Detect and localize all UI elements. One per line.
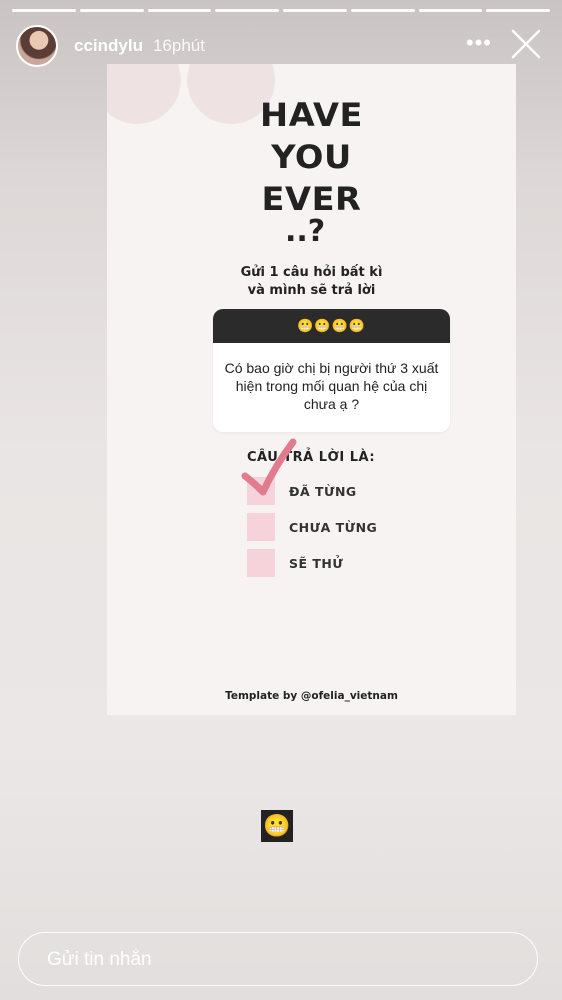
- title-line: YOU: [271, 138, 352, 176]
- option-checkbox: [247, 513, 275, 541]
- progress-segment: [418, 9, 483, 12]
- option-label: CHƯA TỪNG: [289, 519, 378, 535]
- option-se-thu: SẼ THỬ: [247, 549, 343, 577]
- option-label: SẼ THỬ: [289, 555, 344, 571]
- message-bar[interactable]: [18, 932, 538, 986]
- progress-segment: [12, 9, 76, 12]
- title-line: HAVE: [260, 96, 363, 134]
- progress-segment: [486, 9, 550, 12]
- option-chua-tung: CHƯA TỪNG: [247, 513, 377, 541]
- subtitle-line: và mình sẽ trả lời: [247, 283, 376, 298]
- message-input[interactable]: [45, 933, 509, 986]
- grimacing-emoji-sticker: 😬: [261, 810, 293, 842]
- checkmark-icon: [241, 438, 297, 496]
- story-progress-bar: [12, 9, 550, 12]
- subtitle-line: Gửi 1 câu hỏi bất kì: [240, 265, 383, 280]
- post-time: 16phút: [152, 36, 205, 55]
- question-sticker[interactable]: 😬😬😬😬 Có bao giờ chị bị người thứ 3 xuất …: [213, 309, 450, 432]
- template-credit: Template by @ofelia_vietnam: [225, 690, 398, 702]
- close-icon[interactable]: [504, 22, 548, 66]
- title-question-mark: ..?: [285, 214, 326, 249]
- option-checkbox: [247, 549, 275, 577]
- card-title: HAVE YOU EVER: [107, 94, 516, 220]
- avatar[interactable]: [16, 25, 58, 67]
- more-options-icon[interactable]: •••: [466, 30, 492, 56]
- progress-segment: [147, 9, 212, 12]
- card-subtitle: Gửi 1 câu hỏi bất kì và mình sẽ trả lời: [107, 264, 516, 300]
- username[interactable]: ccindylu: [74, 36, 143, 56]
- progress-segment: [283, 9, 347, 12]
- progress-segment: [79, 9, 144, 12]
- story-template-card: HAVE YOU EVER ..? Gửi 1 câu hỏi bất kì v…: [107, 64, 516, 715]
- progress-segment: [215, 9, 279, 12]
- option-label: ĐÃ TỪNG: [289, 483, 357, 499]
- question-sticker-header: 😬😬😬😬: [213, 309, 450, 343]
- progress-segment: [350, 9, 415, 12]
- question-text: Có bao giờ chị bị người thứ 3 xuất hiện …: [224, 360, 439, 412]
- story-header: ccindylu 16phút •••: [16, 22, 548, 70]
